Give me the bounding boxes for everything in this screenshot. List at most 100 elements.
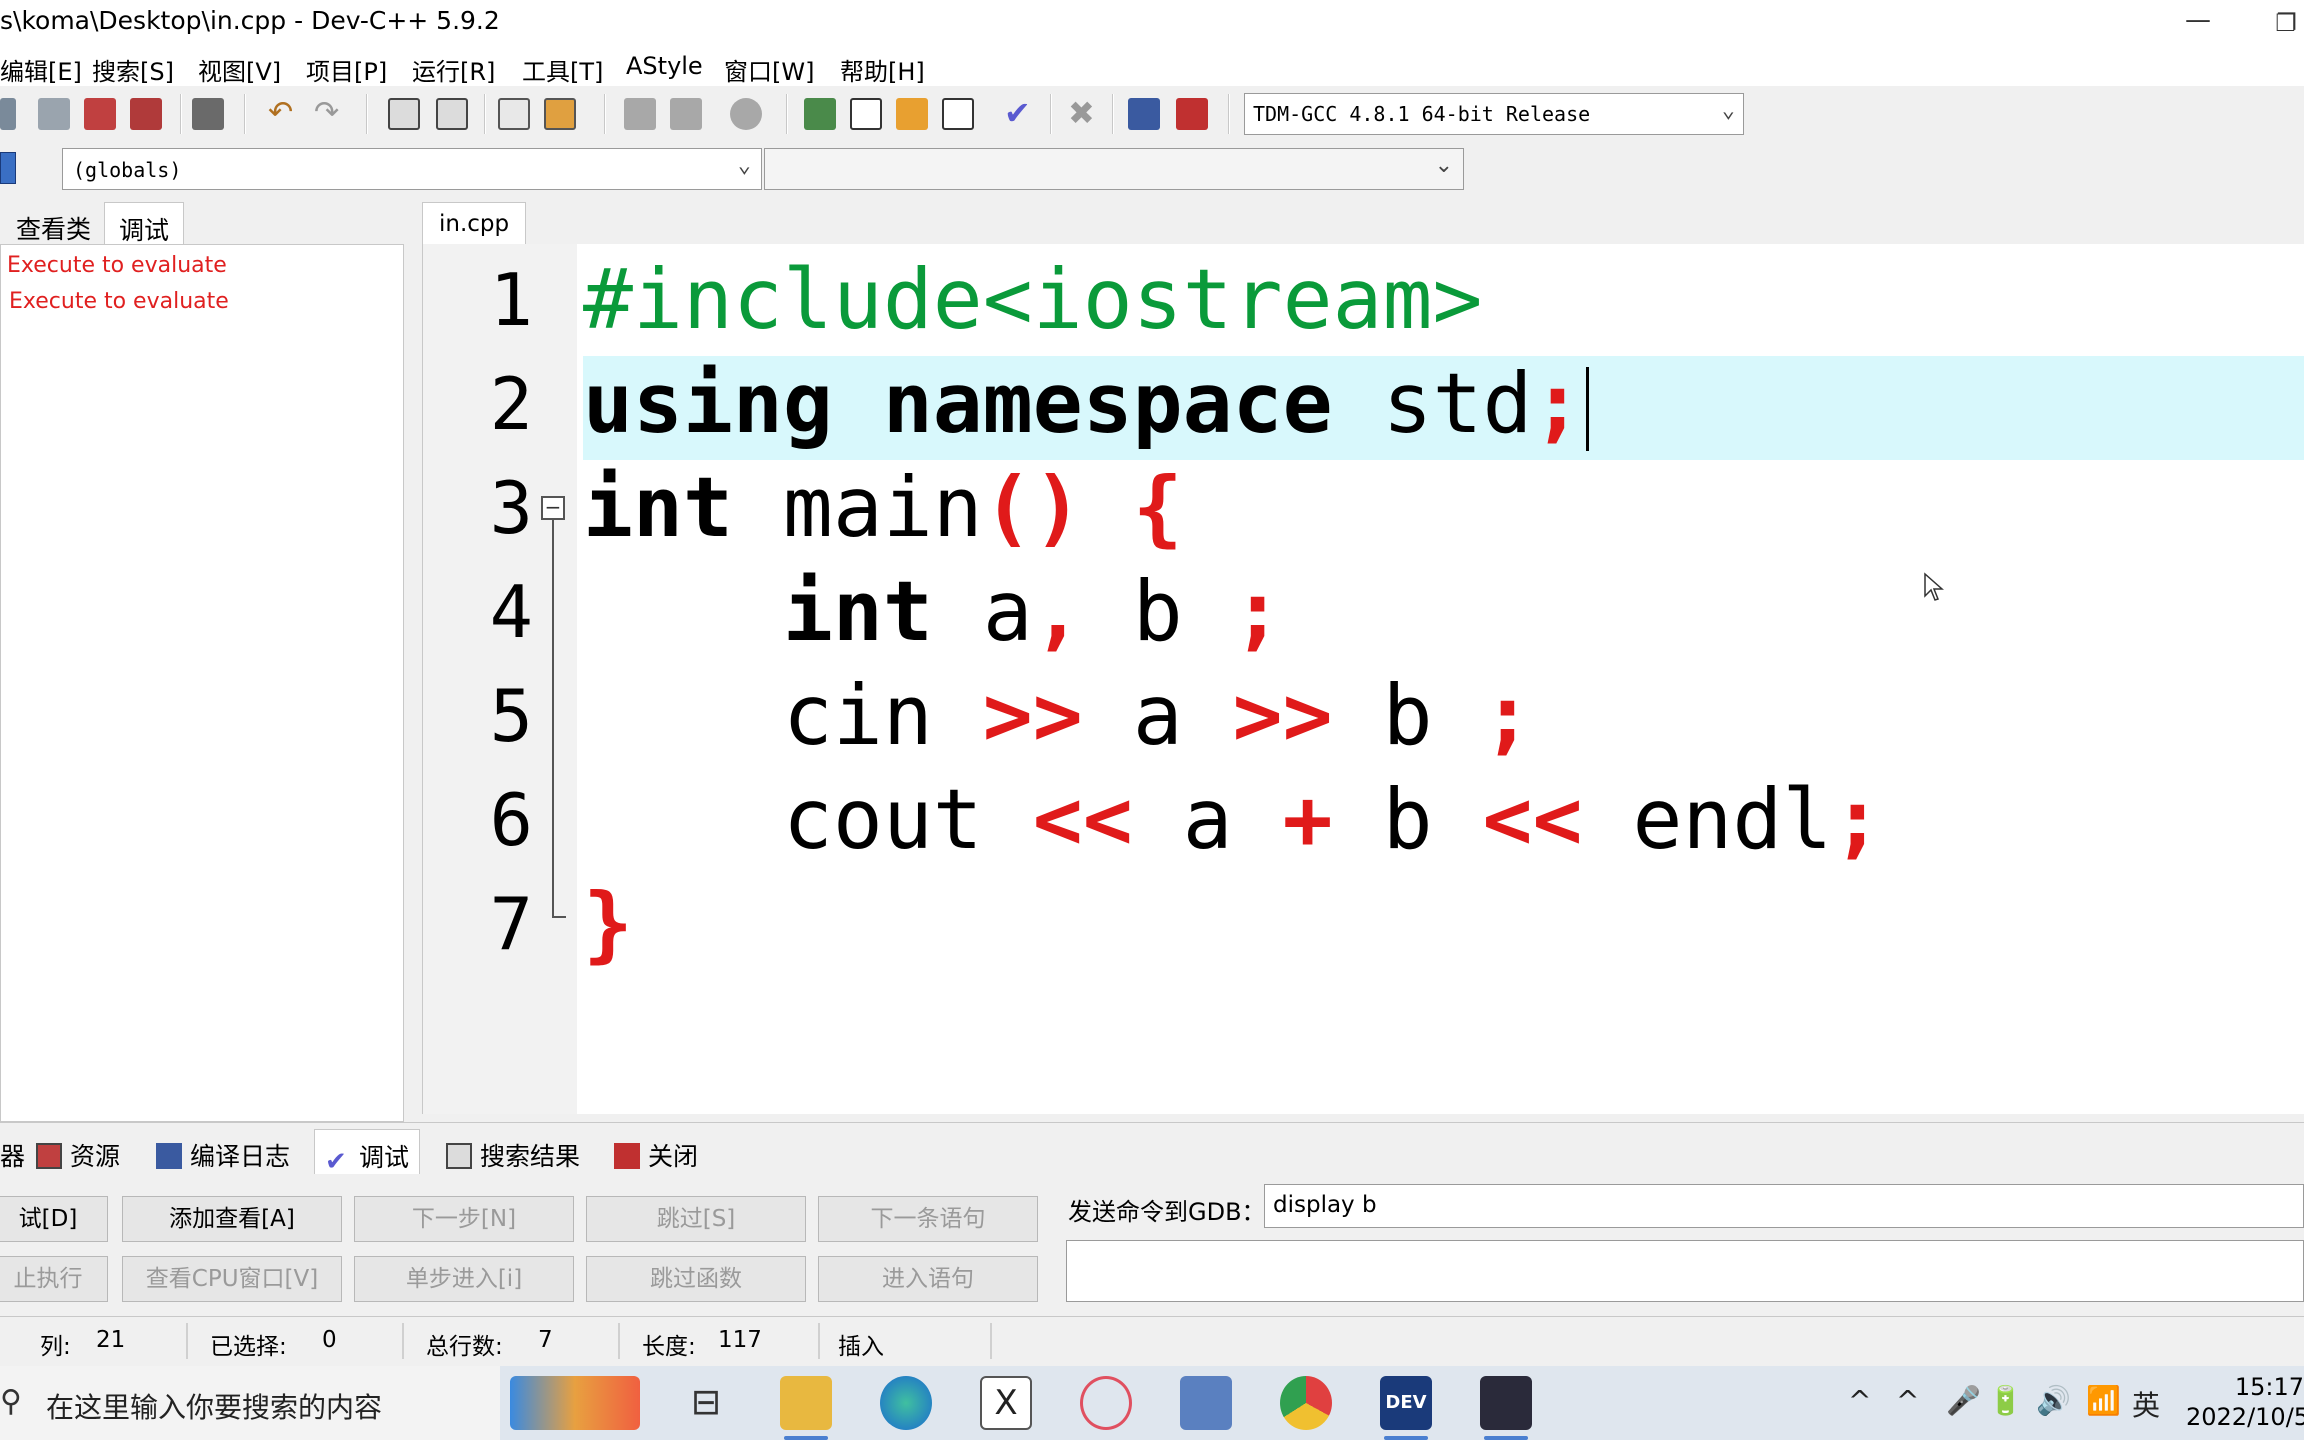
tab-debug[interactable]: 调试 [104, 202, 185, 245]
compile-icon[interactable] [804, 98, 836, 130]
input-method-indicator[interactable]: 英 [2132, 1384, 2160, 1424]
tab-debug-bottom[interactable]: ✔ 调试 [314, 1129, 421, 1175]
menu-run[interactable]: 运行[R] [412, 52, 495, 87]
menu-view[interactable]: 视图[V] [198, 52, 281, 87]
undo-icon[interactable]: ↶ [268, 98, 300, 130]
line-number: 6 [489, 778, 533, 862]
toolbar-separator [1050, 94, 1052, 134]
task-view-icon[interactable]: ⊟ [680, 1376, 732, 1430]
skip-button[interactable]: 跳过[S] [586, 1196, 806, 1242]
tab-class-view[interactable]: 查看类 [2, 202, 105, 244]
copy-icon[interactable] [38, 98, 70, 130]
code-line-3[interactable]: int main() { [583, 456, 1183, 560]
scope-select[interactable]: (globals) ⌄ [62, 148, 762, 190]
chrome-icon[interactable] [1280, 1376, 1332, 1430]
edge-icon[interactable] [880, 1376, 932, 1430]
clock-date: 2022/10/5 [2186, 1403, 2304, 1431]
tab-search-results[interactable]: 搜索结果 [436, 1129, 590, 1175]
stop-icon[interactable]: ✖ [1068, 97, 1100, 130]
indent-icon[interactable] [498, 98, 530, 130]
compiler-select[interactable]: TDM-GCC 4.8.1 64-bit Release ⌄ [1244, 93, 1744, 135]
compile-run-icon[interactable] [896, 98, 928, 130]
watch-item[interactable]: Execute to evaluate [7, 253, 227, 278]
line-number: 7 [489, 882, 533, 966]
left-panel-tabs: 查看类 调试 [0, 198, 410, 245]
code-editor[interactable]: 1 2 3 4 5 6 7 − #include<iostream> using… [422, 244, 2304, 1114]
gdb-command-input[interactable]: display b [1264, 1184, 2304, 1228]
redo-icon[interactable]: ↷ [314, 98, 346, 130]
menu-tools[interactable]: 工具[T] [522, 52, 603, 87]
file-explorer-icon[interactable] [780, 1376, 832, 1440]
toolbar-separator [604, 94, 606, 134]
skip-function-button[interactable]: 跳过函数 [586, 1256, 806, 1302]
tab-resources[interactable]: 资源 [26, 1129, 130, 1175]
code-line-1[interactable]: #include<iostream> [583, 248, 1482, 352]
tab-compile-log[interactable]: 编译日志 [146, 1129, 300, 1175]
devcpp-icon[interactable]: DEV [1380, 1376, 1432, 1440]
code-line-4[interactable]: int a, b ; [583, 560, 1283, 664]
menu-window[interactable]: 窗口[W] [724, 52, 814, 87]
syntax-check-icon[interactable]: ✔ [1004, 97, 1036, 130]
bookmark-forward-icon[interactable] [670, 98, 702, 130]
close-all-icon[interactable] [130, 98, 162, 130]
tray-expand-icon[interactable]: ^ [1896, 1384, 1919, 1417]
fold-guide-end [552, 916, 566, 918]
battery-icon[interactable]: 🔋 [1988, 1384, 2023, 1417]
code-line-5[interactable]: cin >> a >> b ; [583, 664, 1533, 768]
taskbar-search[interactable]: ⚲ 在这里输入你要搜索的内容 [0, 1366, 500, 1440]
enter-statement-button[interactable]: 进入语句 [818, 1256, 1038, 1302]
debug-button[interactable]: 试[D] [0, 1196, 108, 1242]
run-icon[interactable] [850, 98, 882, 130]
gdb-output[interactable] [1066, 1240, 2304, 1302]
menu-project[interactable]: 项目[P] [306, 52, 387, 87]
members-select[interactable]: ⌄ [764, 148, 1464, 190]
watch-item[interactable]: Execute to evaluate [9, 289, 229, 314]
microphone-icon[interactable]: 🎤 [1946, 1384, 1981, 1417]
menu-edit[interactable]: 编辑[E] [0, 52, 82, 87]
menu-astyle[interactable]: AStyle [626, 52, 703, 80]
find-icon[interactable] [388, 98, 420, 130]
stop-execution-button[interactable]: 止执行 [0, 1256, 108, 1302]
next-step-button[interactable]: 下一步[N] [354, 1196, 574, 1242]
tab-close[interactable]: 关闭 [604, 1129, 708, 1175]
add-watch-button[interactable]: 添加查看[A] [122, 1196, 342, 1242]
menu-help[interactable]: 帮助[H] [840, 52, 925, 87]
fold-collapse-icon[interactable]: − [541, 496, 565, 520]
tray-expand-icon[interactable]: ^ [1848, 1384, 1871, 1417]
paint-icon[interactable] [1080, 1376, 1132, 1430]
next-statement-button[interactable]: 下一条语句 [818, 1196, 1038, 1242]
tab-label: 资源 [70, 1142, 121, 1171]
wifi-icon[interactable]: 📶 [2086, 1384, 2121, 1417]
resources-icon [36, 1143, 62, 1169]
volume-icon[interactable]: 🔊 [2036, 1384, 2071, 1417]
status-insert-mode: 插入 [838, 1334, 884, 1360]
unindent-icon[interactable] [544, 98, 576, 130]
watch-list: Execute to evaluate Execute to evaluate [0, 244, 404, 1122]
new-icon[interactable] [0, 98, 16, 130]
class-browser-icon[interactable] [0, 152, 16, 184]
restore-button[interactable]: ❐ [2268, 0, 2304, 46]
tab-in-cpp[interactable]: in.cpp [422, 202, 527, 246]
menu-search[interactable]: 搜索[S] [92, 52, 174, 87]
close-file-icon[interactable] [84, 98, 116, 130]
delete-profile-icon[interactable] [1176, 98, 1208, 130]
goto-icon[interactable] [730, 98, 762, 130]
code-line-2[interactable]: using namespace std; [583, 352, 1590, 456]
bookmark-back-icon[interactable] [624, 98, 656, 130]
search-highlight-icon[interactable] [510, 1376, 640, 1430]
camera-app-icon[interactable] [1480, 1376, 1532, 1440]
clock[interactable]: 15:17 2022/10/5 [2186, 1372, 2304, 1432]
profile-icon[interactable] [1128, 98, 1160, 130]
step-into-button[interactable]: 单步进入[i] [354, 1256, 574, 1302]
print-icon[interactable] [192, 98, 224, 130]
code-line-7[interactable]: } [583, 872, 633, 976]
tab-label: 关闭 [648, 1142, 699, 1171]
rebuild-icon[interactable] [942, 98, 974, 130]
code-line-6[interactable]: cout << a + b << endl; [583, 768, 1882, 872]
network-app-icon[interactable] [1180, 1376, 1232, 1430]
line-gutter: 1 2 3 4 5 6 7 − [423, 244, 577, 1114]
view-cpu-button[interactable]: 查看CPU窗口[V] [122, 1256, 342, 1302]
minimize-button[interactable]: — [2180, 0, 2216, 46]
excel-icon[interactable]: X [980, 1376, 1032, 1430]
replace-icon[interactable] [436, 98, 468, 130]
